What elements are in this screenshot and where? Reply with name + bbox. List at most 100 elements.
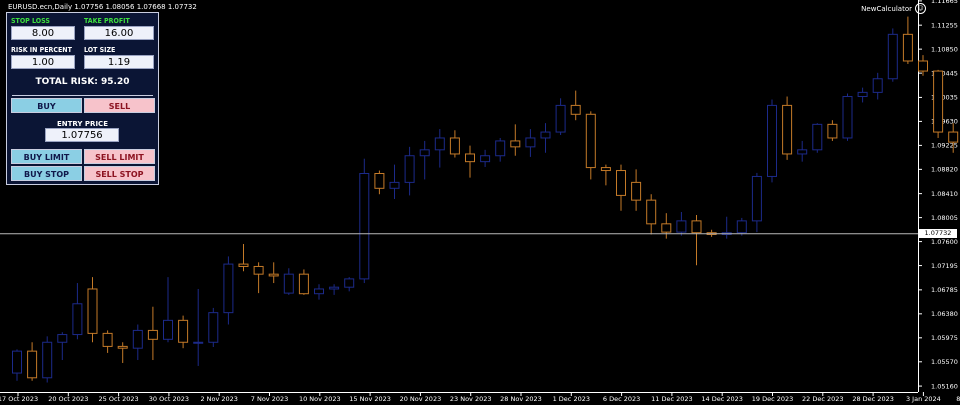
candle-bull — [540, 131, 551, 139]
candle-bull — [751, 175, 762, 222]
y-tick-label: 1.10850 — [931, 45, 958, 53]
entry-price-label: ENTRY PRICE — [57, 120, 108, 128]
candle-bull — [525, 137, 536, 148]
candle-bear — [570, 104, 581, 115]
x-tick-label: 1 Dec 2023 — [553, 395, 590, 403]
entry-price-input[interactable]: 1.07756 — [45, 128, 119, 142]
candle-bull — [314, 288, 324, 295]
y-tick-label: 1.07195 — [931, 262, 958, 270]
x-tick-label: 22 Dec 2023 — [802, 395, 844, 403]
candle-bull — [419, 149, 430, 157]
y-tick-label: 1.08410 — [931, 190, 958, 198]
y-tick-label: 1.08820 — [931, 166, 958, 174]
candle-bull — [842, 96, 853, 139]
y-tick-label: 1.11255 — [931, 21, 958, 29]
candle-bull — [223, 263, 234, 314]
x-tick-label: 10 Nov 2023 — [299, 395, 341, 403]
y-tick-label: 1.06380 — [931, 310, 958, 318]
buy-button[interactable]: BUY — [11, 98, 82, 113]
candle-bear — [827, 123, 838, 139]
take-profit-label: TAKE PROFIT — [84, 17, 130, 25]
candle-bull — [480, 155, 491, 163]
candle-bull — [57, 334, 68, 343]
x-tick-label: 14 Dec 2023 — [701, 395, 743, 403]
candle-bear — [147, 329, 158, 340]
candle-bear — [933, 70, 944, 133]
candle-bull — [555, 104, 566, 133]
ea-name: NewCalculator — [861, 4, 912, 13]
x-tick-label: 11 Dec 2023 — [651, 395, 693, 403]
candle-bear — [691, 220, 702, 234]
y-tick-label: 1.05160 — [931, 382, 958, 390]
candle-bear — [117, 345, 128, 349]
candle-bear — [918, 60, 928, 72]
candle-bull — [434, 137, 445, 151]
candle-bear — [948, 131, 959, 143]
panel-divider — [12, 95, 153, 96]
candle-bull — [676, 220, 687, 233]
candle-bull — [767, 104, 777, 177]
candle-bear — [646, 199, 657, 225]
candle-bear — [27, 350, 38, 379]
candle-bull — [12, 350, 22, 374]
candle-bear — [102, 332, 113, 347]
stop-loss-label: STOP LOSS — [11, 17, 50, 25]
candle-bear — [600, 167, 611, 172]
x-tick-label: 20 Nov 2023 — [400, 395, 442, 403]
x-tick-label: 15 Nov 2023 — [349, 395, 391, 403]
risk-percent-label: RISK IN PERCENT — [11, 46, 72, 54]
candle-bull — [359, 172, 370, 280]
candle-bull — [797, 149, 808, 155]
candle-bull — [163, 319, 173, 340]
candle-bear — [631, 181, 642, 201]
candle-bear — [238, 263, 249, 267]
stop-loss-input[interactable]: 8.00 — [11, 26, 75, 40]
candle-bear — [87, 288, 98, 334]
risk-calculator-panel: STOP LOSS 8.00 TAKE PROFIT 16.00 RISK IN… — [6, 12, 159, 185]
buy-stop-button[interactable]: BUY STOP — [11, 166, 82, 181]
take-profit-input[interactable]: 16.00 — [84, 26, 154, 40]
candle-bear — [253, 265, 264, 275]
candle-bull — [42, 341, 53, 379]
candle-bull — [404, 155, 415, 183]
candle-bear — [510, 140, 521, 148]
candle-bull — [812, 123, 823, 151]
risk-percent-input[interactable]: 1.00 — [11, 55, 75, 69]
x-tick-label: 28 Dec 2023 — [852, 395, 894, 403]
candle-bull — [283, 273, 294, 294]
x-tick-label: 17 Oct 2023 — [0, 395, 38, 403]
candle-bear — [449, 137, 460, 155]
sell-button[interactable]: SELL — [84, 98, 155, 113]
y-tick-label: 1.06785 — [931, 286, 958, 294]
candle-bull — [872, 78, 883, 93]
y-tick-label: 1.08005 — [931, 214, 958, 222]
candle-bull — [887, 33, 898, 80]
x-tick-label: 3 Jan 2024 — [906, 395, 941, 403]
candle-bull — [736, 220, 747, 234]
lot-size-label: LOT SIZE — [84, 46, 116, 54]
candle-bear — [465, 153, 475, 163]
smiley-icon: ☺ — [915, 3, 926, 14]
symbol-info: EURUSD.ecn,Daily 1.07756 1.08056 1.07668… — [8, 3, 197, 11]
y-tick-label: 1.07600 — [931, 238, 958, 246]
candle-bull — [389, 181, 400, 189]
x-tick-label: 28 Nov 2023 — [500, 395, 542, 403]
y-tick-label: 1.11665 — [931, 0, 958, 5]
candle-bull — [72, 303, 83, 336]
candle-bear — [268, 273, 279, 277]
sell-limit-button[interactable]: SELL LIMIT — [84, 149, 155, 164]
x-tick-label: 20 Oct 2023 — [48, 395, 88, 403]
candle-bear — [902, 33, 913, 62]
x-tick-label: 8 Jan 2024 — [956, 395, 960, 403]
lot-size-input[interactable]: 1.19 — [84, 55, 154, 69]
x-tick-label: 25 Oct 2023 — [99, 395, 139, 403]
x-tick-label: 30 Oct 2023 — [149, 395, 189, 403]
buy-limit-button[interactable]: BUY LIMIT — [11, 149, 82, 164]
candle-bull — [344, 278, 355, 288]
candle-bear — [616, 170, 626, 196]
candle-bull — [495, 140, 506, 157]
candle-bull — [329, 286, 340, 290]
candle-bear — [661, 223, 672, 233]
y-tick-label: 1.05975 — [931, 334, 958, 342]
sell-stop-button[interactable]: SELL STOP — [84, 166, 155, 181]
